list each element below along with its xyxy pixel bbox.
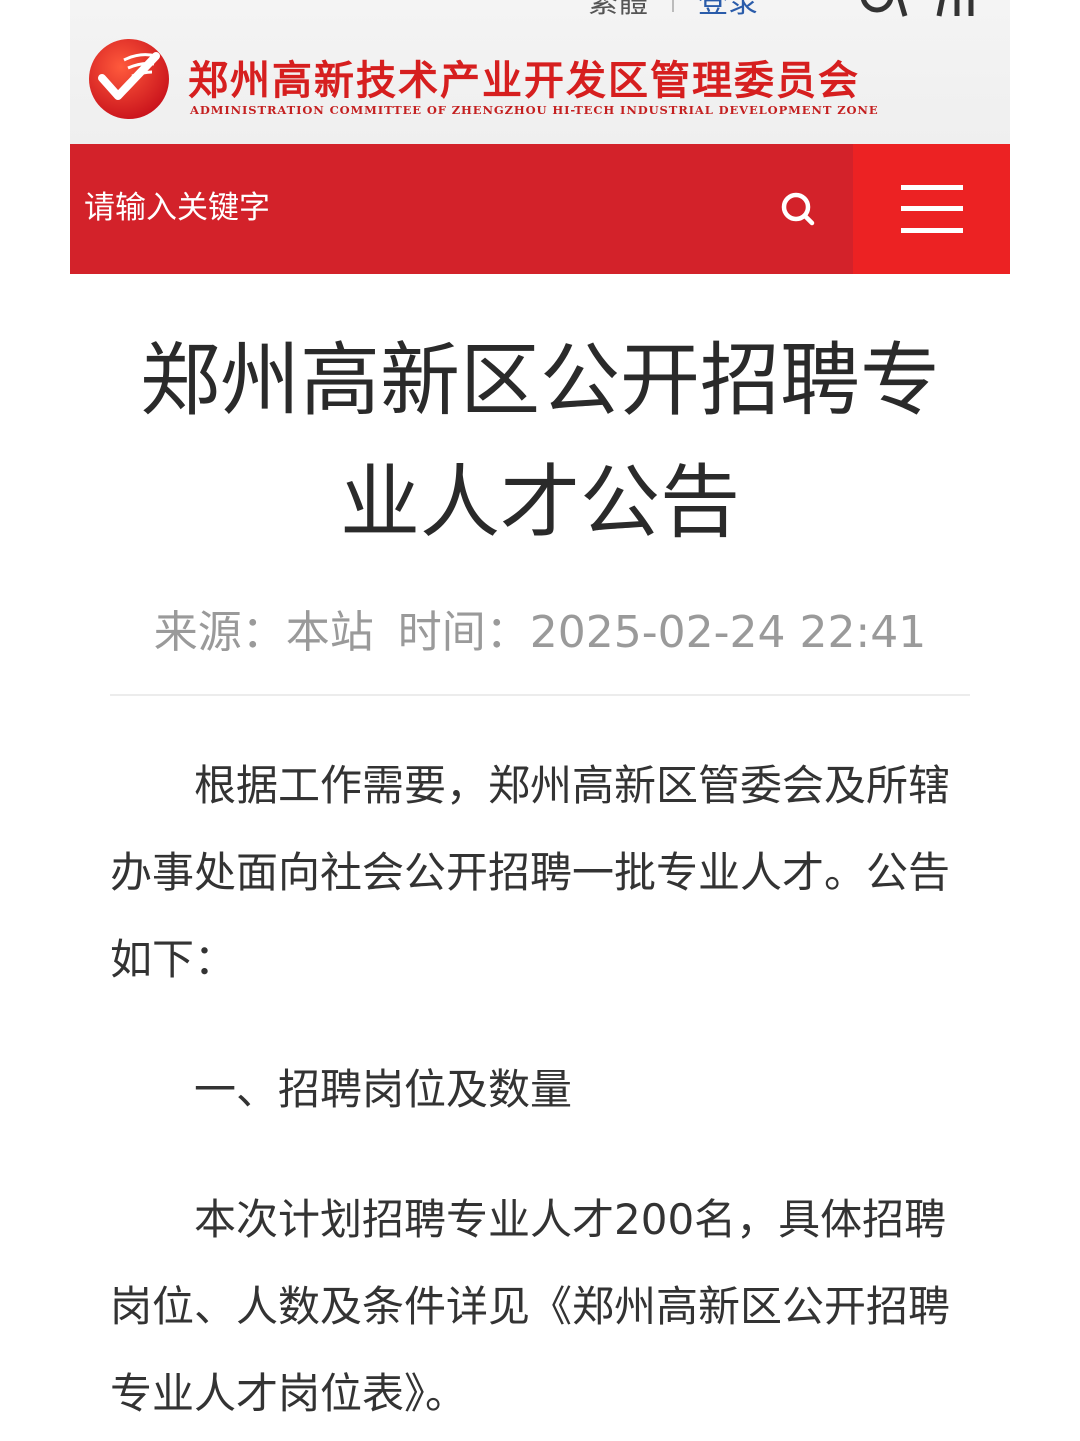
source-label: 来源： xyxy=(153,607,286,658)
menu-icon-bar xyxy=(901,228,963,233)
org-name-en: ADMINISTRATION COMMITTEE OF ZHENGZHOU HI… xyxy=(190,103,879,117)
menu-icon-bar xyxy=(901,185,963,190)
traditional-chinese-link[interactable]: 繁體 xyxy=(588,0,648,21)
section-heading: 一、招聘岗位及数量 xyxy=(194,1065,573,1114)
article-meta: 来源：本站 时间：2025-02-24 22:41 xyxy=(70,596,1010,660)
elder-mode-icon[interactable] xyxy=(931,0,981,22)
org-name-cn: 郑州高新技术产业开发区管理委员会 xyxy=(188,57,860,104)
source-value: 本站 xyxy=(285,607,374,658)
login-link[interactable]: 登录 xyxy=(698,0,758,21)
link-divider xyxy=(672,0,674,12)
accessibility-icon[interactable] xyxy=(855,0,915,22)
page: 繁體 登录 郑州高新技术产业开发区管理委员会 ADMINISTRATION CO… xyxy=(70,0,1010,1441)
search-bar xyxy=(70,144,1010,274)
article-title: 郑州高新区公开招聘专业人才公告 xyxy=(140,334,940,549)
meta-divider xyxy=(110,694,970,696)
time-label: 时间： xyxy=(397,607,530,658)
search-input[interactable] xyxy=(84,180,764,236)
zhengzhou-hitech-logo[interactable] xyxy=(88,38,170,120)
menu-button[interactable] xyxy=(853,144,1010,274)
article-paragraph: 本次计划招聘专业人才200名，具体招聘岗位、人数及条件详见《郑州高新区公开招聘专… xyxy=(110,1195,951,1418)
search-icon[interactable] xyxy=(778,189,818,229)
menu-icon-bar xyxy=(901,206,963,211)
site-header: 繁體 登录 郑州高新技术产业开发区管理委员会 ADMINISTRATION CO… xyxy=(70,0,1010,144)
search-area xyxy=(70,144,853,274)
top-links: 繁體 登录 xyxy=(588,0,758,20)
top-icons xyxy=(855,0,981,22)
time-value: 2025-02-24 22:41 xyxy=(529,607,927,658)
article-paragraph: 根据工作需要，郑州高新区管委会及所辖办事处面向社会公开招聘一批专业人才。公告如下… xyxy=(110,761,951,984)
